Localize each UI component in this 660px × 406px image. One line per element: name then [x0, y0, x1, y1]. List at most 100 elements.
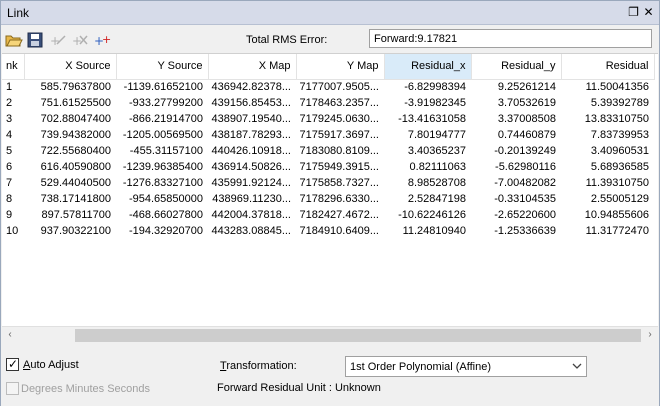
table-cell: 7175858.7327... — [299, 177, 379, 189]
table-cell: 11.24810940 — [402, 225, 466, 237]
toolbar: + + + + Total RMS Error: Forward:9.17821 — [1, 25, 659, 53]
auto-adjust-label: Auto Adjust — [23, 359, 79, 371]
column-header[interactable]: Residual_y — [471, 54, 562, 80]
table-cell: -10.62246126 — [398, 209, 466, 221]
table-cell: -1276.83327100 — [122, 177, 203, 189]
scroll-right-icon[interactable]: › — [644, 329, 656, 341]
window-title: Link — [7, 6, 30, 20]
table-cell: -13.41631058 — [398, 113, 466, 125]
add-control-point-icon[interactable]: + + — [93, 32, 111, 48]
table-cell: 0.74460879 — [497, 129, 556, 141]
table-row[interactable]: 10 937.90322100 -194.32920700 443283.08845.… — [2, 223, 654, 239]
table-row[interactable]: 6 616.40590800 -1239.96385400 436914.50826.… — [2, 159, 654, 175]
table-cell: -1.25336639 — [494, 225, 556, 237]
table-cell: 738.17141800 — [40, 193, 111, 205]
table-cell: 0.82111063 — [409, 161, 466, 173]
transformation-value: 1st Order Polynomial (Affine) — [350, 361, 492, 373]
scroll-thumb[interactable] — [75, 329, 641, 342]
table-cell: 7184910.6409... — [299, 225, 379, 237]
svg-text:+: + — [102, 33, 111, 46]
table-cell: 897.57811700 — [41, 209, 111, 221]
table-cell: 7175917.3697... — [299, 129, 379, 141]
table-cell: 436942.82378... — [211, 81, 291, 94]
table-cell: 7175949.3915... — [299, 161, 379, 173]
options-panel: ✓ Auto Adjust Degrees Minutes Seconds Tr… — [1, 344, 659, 406]
table-cell: 2.52847198 — [407, 193, 466, 205]
table-row[interactable]: 7 529.44040500 -1276.83327100 435991.92124.… — [2, 175, 654, 191]
table-cell: 9.25261214 — [497, 81, 556, 94]
table-cell: 5.68936585 — [590, 161, 649, 173]
table-cell: 436914.50826... — [211, 161, 291, 173]
table-row[interactable]: 2 751.61525500 -933.27799200 439156.85453..… — [2, 95, 654, 111]
table-cell: -954.65850000 — [128, 193, 203, 205]
table-cell: 3.40365237 — [407, 145, 466, 157]
table-cell: 1 — [6, 81, 13, 94]
table-cell: 3.70532619 — [497, 97, 556, 109]
column-header[interactable]: Y Source — [116, 54, 209, 80]
table-row[interactable]: 1 585.79637800 -1139.61652100 436942.82378.… — [2, 79, 654, 95]
chevron-down-icon[interactable] — [572, 360, 582, 375]
table-cell: -866.21914700 — [128, 113, 203, 125]
open-folder-icon[interactable] — [5, 32, 23, 48]
table-cell: 616.40590800 — [40, 161, 111, 173]
column-header[interactable]: nk — [2, 54, 25, 80]
column-header[interactable]: Residual_x — [384, 54, 472, 80]
horizontal-scrollbar[interactable]: ‹ › — [2, 326, 658, 343]
table-cell: 7183080.8109... — [299, 145, 379, 157]
table-cell: 438969.11230... — [212, 193, 291, 205]
transformation-select[interactable]: 1st Order Polynomial (Affine) — [345, 356, 587, 377]
table-header-row: nk X Source Y Source X Map Y Map Residual_x Re… — [2, 54, 655, 80]
table-row[interactable]: 3 702.88047400 -866.21914700 438907.19540..… — [2, 111, 654, 127]
table-cell: 7.80194777 — [407, 129, 466, 141]
table-cell: -194.32920700 — [128, 225, 203, 237]
table-row[interactable]: 4 739.94382000 -1205.00569500 438187.78293.… — [2, 127, 654, 143]
table-cell: -933.27799200 — [128, 97, 203, 109]
table-cell: 439156.85453... — [211, 97, 291, 109]
save-icon[interactable] — [27, 32, 45, 48]
table-cell: 3.37008508 — [497, 113, 556, 125]
table-cell: 702.88047400 — [40, 113, 111, 125]
column-header[interactable]: Residual — [561, 54, 655, 80]
table-cell: 440426.10918... — [211, 145, 291, 157]
check-icon: ✓ — [8, 357, 19, 371]
column-header[interactable]: X Source — [24, 54, 117, 80]
table-cell: -468.66027800 — [128, 209, 203, 221]
table-cell: 529.44040500 — [40, 177, 111, 189]
residual-unit-text: Forward Residual Unit : Unknown — [217, 382, 381, 394]
table-cell: 8 — [6, 193, 13, 205]
table-cell: 435991.92124... — [211, 177, 291, 189]
column-header[interactable]: Y Map — [296, 54, 385, 80]
table-row[interactable]: 8 738.17141800 -954.65850000 438969.11230..… — [2, 191, 654, 207]
table-cell: 11.50041356 — [585, 81, 649, 94]
column-header[interactable]: X Map — [208, 54, 297, 80]
transformation-label: Transformation: — [220, 360, 297, 372]
table-row[interactable]: 5 722.55680400 -455.31157100 440426.10918..… — [2, 143, 654, 159]
table-cell: 10 — [6, 225, 19, 237]
table-cell: 585.79637800 — [40, 81, 111, 94]
table-cell: 4 — [6, 129, 13, 141]
restore-icon[interactable]: ❐ — [627, 6, 640, 19]
table-cell: 9 — [6, 209, 13, 221]
table-cell: 722.55680400 — [40, 145, 111, 157]
table-cell: -7.00482082 — [494, 177, 556, 189]
table-cell: -455.31157100 — [129, 145, 203, 157]
title-bar: Link ❐ ✕ — [1, 1, 659, 25]
close-icon[interactable]: ✕ — [642, 6, 655, 19]
table-cell: -5.62980116 — [495, 161, 556, 173]
table-cell: 3.40960531 — [590, 145, 649, 157]
rms-error-value: Forward:9.17821 — [369, 29, 652, 48]
table-cell: -2.65220600 — [494, 209, 556, 221]
table-cell: 10.94855606 — [584, 209, 649, 221]
degrees-minutes-seconds-checkbox — [6, 382, 19, 395]
scroll-left-icon[interactable]: ‹ — [4, 329, 16, 341]
degrees-minutes-seconds-label: Degrees Minutes Seconds — [21, 383, 151, 395]
table-cell: 2 — [6, 97, 13, 109]
table-cell: 751.61525500 — [40, 97, 111, 109]
table-row[interactable]: 9 897.57811700 -468.66027800 442004.37818..… — [2, 207, 654, 223]
auto-adjust-checkbox[interactable]: ✓ — [6, 357, 19, 371]
table-cell: -1205.00569500 — [122, 129, 203, 141]
link-table[interactable]: nk X Source Y Source X Map Y Map Residual_x Re… — [2, 53, 658, 343]
table-cell: -1239.96385400 — [122, 161, 203, 173]
table-cell: 443283.08845... — [211, 225, 291, 237]
table-cell: 2.55005129 — [590, 193, 649, 205]
